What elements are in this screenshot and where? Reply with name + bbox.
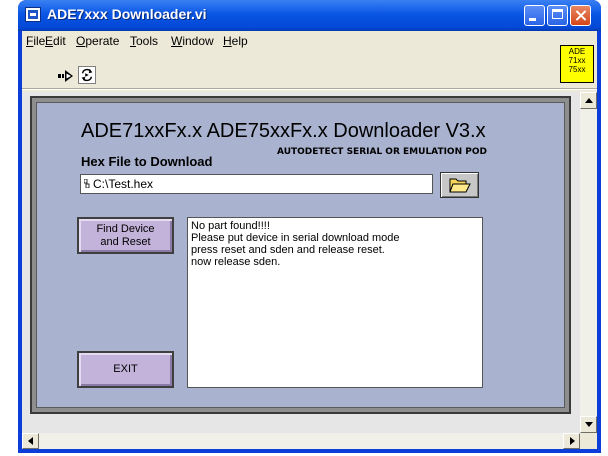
horizontal-scrollbar[interactable]: [22, 433, 580, 449]
right-arrow-icon: [570, 437, 575, 445]
folder-open-icon: [449, 178, 471, 193]
hex-file-path-value: C:\Test.hex: [93, 177, 154, 191]
hex-file-path-input[interactable]: C:\Test.hex: [80, 174, 433, 194]
resize-grip[interactable]: [580, 433, 597, 449]
menu-edit[interactable]: Edit: [45, 34, 66, 48]
main-panel: ADE71xxFx.x ADE75xxFx.x Downloader V3.x …: [36, 102, 565, 408]
autodetect-label: AUTODETECT SERIAL OR EMULATION POD: [277, 147, 487, 157]
run-continuously-icon[interactable]: [78, 66, 96, 84]
scroll-left-button[interactable]: [22, 433, 39, 449]
app-window: ADE7xxx Downloader.vi File Edit Operate …: [18, 0, 601, 453]
close-button[interactable]: [570, 5, 591, 26]
up-arrow-icon: [585, 98, 593, 103]
toolbar-divider: [22, 88, 597, 90]
scroll-up-button[interactable]: [580, 92, 597, 109]
vi-icon-line: 71xx: [568, 56, 586, 65]
find-button-label-line2: and Reset: [100, 236, 151, 248]
front-panel-canvas: ADE71xxFx.x ADE75xxFx.x Downloader V3.x …: [22, 92, 580, 433]
window-client: File Edit Operate Tools Window Help ADE …: [22, 31, 597, 449]
scroll-down-button[interactable]: [580, 416, 597, 433]
status-line: No part found!!!!: [191, 220, 270, 232]
down-arrow-icon: [585, 422, 593, 427]
window-title: ADE7xxx Downloader.vi: [47, 6, 207, 22]
exit-button[interactable]: EXIT: [77, 351, 174, 388]
app-heading: ADE71xxFx.x ADE75xxFx.x Downloader V3.x: [81, 120, 486, 142]
title-bar[interactable]: ADE7xxx Downloader.vi: [18, 0, 601, 31]
status-message-box: No part found!!!! Please put device in s…: [187, 217, 483, 388]
menu-tools[interactable]: Tools: [130, 34, 158, 48]
vi-icon[interactable]: ADE 71xx 75xx: [560, 45, 594, 83]
vertical-scrollbar[interactable]: [580, 92, 597, 433]
find-device-reset-button[interactable]: Find Device and Reset: [77, 217, 174, 254]
menu-help[interactable]: Help: [223, 34, 248, 48]
browse-folder-button[interactable]: [440, 172, 479, 198]
status-line: now release sden.: [191, 256, 281, 268]
panel-frame: ADE71xxFx.x ADE75xxFx.x Downloader V3.x …: [30, 96, 571, 414]
vi-icon-line: ADE: [568, 47, 586, 56]
run-arrow-icon[interactable]: [58, 68, 74, 84]
menu-window[interactable]: Window: [171, 34, 214, 48]
status-line: Please put device in serial download mod…: [191, 232, 400, 244]
menu-file[interactable]: File: [26, 34, 45, 48]
left-arrow-icon: [28, 437, 33, 445]
find-button-label-line1: Find Device: [96, 223, 155, 235]
path-type-icon: [84, 179, 90, 188]
maximize-button[interactable]: [547, 5, 568, 26]
menu-bar: File Edit Operate Tools Window Help: [22, 31, 562, 51]
scroll-right-button[interactable]: [563, 433, 580, 449]
labview-app-icon[interactable]: [25, 7, 41, 22]
status-line: press reset and sden and release reset.: [191, 244, 385, 256]
menu-operate[interactable]: Operate: [76, 34, 119, 48]
minimize-button[interactable]: [524, 5, 545, 26]
vi-icon-line: 75xx: [568, 65, 586, 74]
hex-file-label: Hex File to Download: [81, 154, 213, 169]
